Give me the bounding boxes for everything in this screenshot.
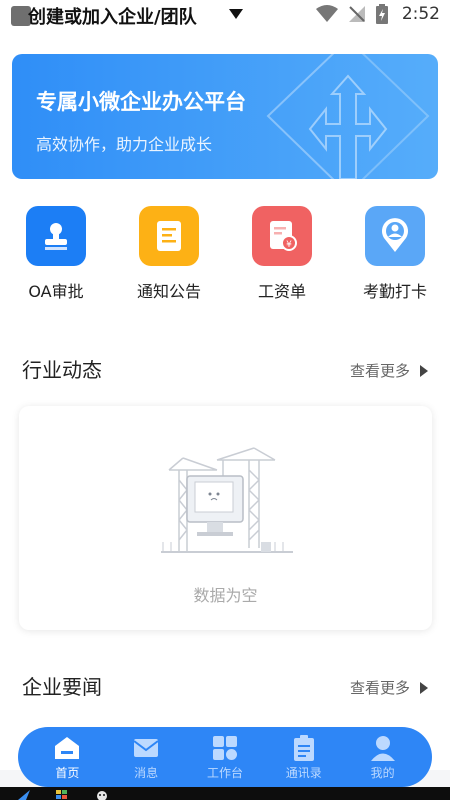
svg-text:¥: ¥	[286, 240, 292, 250]
location-pin-icon	[365, 206, 425, 266]
home-page: 专属小微企业办公平台 高效协作，助力企业成长 OA审批 通知公告 ¥ 工资单 考…	[0, 30, 450, 770]
battery-icon	[375, 4, 388, 24]
clipboard-icon	[293, 734, 314, 761]
industry-news-card: 数据为空	[19, 406, 432, 630]
mail-icon	[133, 738, 159, 757]
empty-construction-icon	[161, 447, 293, 553]
tab-contacts[interactable]: 通讯录	[269, 734, 339, 781]
app-grid-icon	[56, 790, 67, 799]
no-signal-icon	[348, 6, 365, 22]
status-bar: 创建或加入企业/团队 2:52	[0, 0, 450, 30]
industry-news-header: 行业动态 查看更多	[0, 354, 450, 384]
tab-label: 通讯录	[285, 765, 322, 780]
quick-action-label: OA审批	[28, 282, 84, 301]
dropdown-caret-icon[interactable]	[229, 9, 243, 19]
bottom-tab-bar: 首页 消息 工作台 通讯录 我的	[18, 727, 432, 787]
tab-label: 我的	[370, 765, 395, 780]
tab-messages[interactable]: 消息	[111, 734, 181, 781]
stamp-icon	[26, 206, 86, 266]
tab-label: 首页	[55, 765, 80, 780]
tab-label: 消息	[134, 765, 159, 780]
tab-profile[interactable]: 我的	[348, 734, 418, 781]
more-label: 查看更多	[349, 362, 410, 380]
payslip-icon: ¥	[252, 206, 312, 266]
company-news-header: 企业要闻 查看更多	[0, 671, 450, 701]
arrow-icon	[18, 790, 30, 800]
system-bottom-strip	[0, 787, 450, 800]
tab-workbench[interactable]: 工作台	[190, 734, 260, 781]
road-sign-decoration-icon	[266, 54, 430, 179]
company-news-more-link[interactable]: 查看更多	[350, 677, 428, 698]
quick-action-label: 工资单	[257, 282, 306, 301]
more-label: 查看更多	[349, 679, 410, 697]
team-selector-title[interactable]: 创建或加入企业/团队	[28, 3, 197, 29]
system-icons: 2:52	[315, 4, 440, 24]
quick-action-oa-approval[interactable]: OA审批	[6, 206, 106, 302]
tab-label: 工作台	[206, 765, 243, 780]
promo-banner[interactable]: 专属小微企业办公平台 高效协作，助力企业成长	[12, 54, 438, 179]
arrow-right-icon	[420, 364, 428, 377]
home-icon	[55, 736, 80, 759]
android-icon	[97, 791, 107, 800]
arrow-right-icon	[420, 681, 428, 694]
quick-action-label: 通知公告	[136, 282, 201, 301]
banner-title: 专属小微企业办公平台	[36, 90, 246, 114]
quick-actions: OA审批 通知公告 ¥ 工资单 考勤打卡	[0, 206, 450, 306]
industry-news-title: 行业动态	[22, 358, 102, 382]
quick-action-label: 考勤打卡	[362, 282, 427, 301]
quick-action-payslip[interactable]: ¥ 工资单	[232, 206, 332, 302]
industry-news-more-link[interactable]: 查看更多	[350, 360, 428, 381]
grid-icon	[212, 735, 237, 760]
banner-subtitle: 高效协作，助力企业成长	[36, 135, 213, 154]
quick-action-notice[interactable]: 通知公告	[119, 206, 219, 302]
wifi-icon	[315, 5, 338, 22]
tab-home[interactable]: 首页	[32, 734, 102, 781]
company-news-title: 企业要闻	[22, 675, 102, 699]
document-icon	[139, 206, 199, 266]
quick-action-attendance[interactable]: 考勤打卡	[345, 206, 445, 302]
user-icon	[370, 735, 395, 761]
clock: 2:52	[401, 4, 440, 24]
empty-state-text: 数据为空	[193, 586, 258, 605]
